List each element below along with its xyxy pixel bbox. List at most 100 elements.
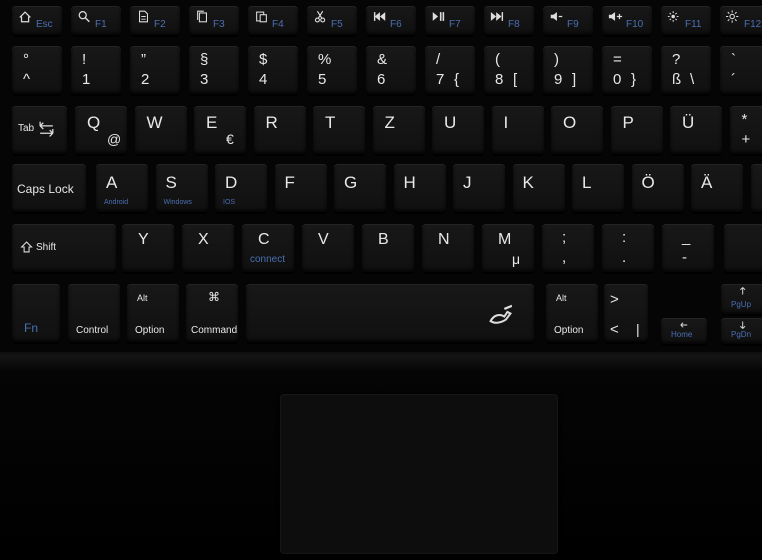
key-e[interactable]: E € <box>194 106 246 154</box>
key-0[interactable]: = 0} <box>602 46 652 94</box>
key-f9[interactable]: F9 <box>543 6 593 35</box>
key-4[interactable]: $4 <box>248 46 298 94</box>
key-accent-bottom: ´ <box>731 71 736 88</box>
key-f4[interactable]: F4 <box>248 6 298 35</box>
key-a-os-label: Android <box>104 199 129 206</box>
key-option[interactable]: Alt Option <box>127 284 179 342</box>
key-ue[interactable]: Ü <box>670 106 722 154</box>
key-q-label: Q <box>87 113 101 132</box>
key-angle[interactable]: > < | <box>604 284 648 342</box>
key-c[interactable]: Cconnect <box>242 224 294 272</box>
key-r[interactable]: R <box>253 106 306 154</box>
key-1[interactable]: ! 1 <box>71 46 121 94</box>
key-t[interactable]: T <box>313 106 365 154</box>
key-j[interactable]: J <box>453 164 505 212</box>
key-f8[interactable]: F8 <box>484 6 534 35</box>
key-f1[interactable]: F1 <box>71 6 121 35</box>
key-9-top: ) <box>554 51 559 68</box>
key-shift-label: Shift <box>36 242 57 253</box>
key-command[interactable]: ⌘ Command <box>186 284 238 342</box>
key-period[interactable]: :. <box>602 224 654 272</box>
key-accent[interactable]: ` ´ <box>720 46 762 94</box>
key-b[interactable]: B <box>362 224 414 272</box>
key-angle-top: > <box>610 291 619 308</box>
key-z[interactable]: Z <box>372 106 425 154</box>
key-option-label: Option <box>135 325 165 336</box>
key-7[interactable]: / 7 { <box>425 46 475 94</box>
key-roption-alt-label: Alt <box>556 293 567 303</box>
key-s[interactable]: S Windows <box>155 164 208 212</box>
key-f-label: F <box>284 173 295 192</box>
key-comma-bottom: , <box>562 249 567 266</box>
key-a[interactable]: A Android <box>96 164 148 212</box>
key-roption[interactable]: Alt Option <box>546 284 598 342</box>
key-ae[interactable]: Ä <box>691 164 743 212</box>
key-u[interactable]: U <box>432 106 484 154</box>
key-l[interactable]: L <box>572 164 624 212</box>
home-icon <box>19 11 31 23</box>
key-n[interactable]: N <box>422 224 474 272</box>
key-8[interactable]: (8 [ <box>484 46 534 94</box>
key-5[interactable]: % 5 <box>307 46 357 94</box>
key-c-connect-label: connect <box>250 254 286 265</box>
key-f12[interactable]: F12 <box>720 6 762 35</box>
key-k[interactable]: K <box>512 164 565 212</box>
key-o[interactable]: O <box>551 106 603 154</box>
key-hash[interactable] <box>750 164 762 212</box>
key-y-label: Y <box>138 231 149 248</box>
key-minus[interactable]: _ - <box>662 224 714 272</box>
key-x[interactable]: X <box>182 224 234 272</box>
key-f11[interactable]: F11 <box>661 6 711 35</box>
key-f10[interactable]: F10 <box>602 6 652 35</box>
touchpad[interactable] <box>280 394 558 554</box>
key-f2[interactable]: F2 <box>130 6 180 35</box>
key-m[interactable]: Mμ <box>482 224 534 272</box>
key-shift[interactable]: Shift <box>12 224 116 272</box>
document-icon <box>139 10 148 23</box>
key-f6[interactable]: F6 <box>366 6 416 35</box>
key-f[interactable]: F <box>274 164 327 212</box>
key-o-label: O <box>563 113 577 132</box>
key-q[interactable]: Q @ <box>75 106 127 154</box>
key-oe[interactable]: Ö <box>631 164 684 212</box>
key-home[interactable]: Home <box>661 318 707 344</box>
key-pgdn[interactable]: PgDn <box>721 318 762 344</box>
key-2[interactable]: ” 2 <box>130 46 180 94</box>
key-tab[interactable]: Tab <box>12 106 67 154</box>
key-esc[interactable]: Esc <box>12 6 62 35</box>
key-v[interactable]: V <box>302 224 354 272</box>
key-control[interactable]: Control <box>68 284 120 342</box>
key-roption-label: Option <box>554 325 584 336</box>
key-f3[interactable]: F3 <box>189 6 239 35</box>
key-pgup-label: PgUp <box>731 300 752 309</box>
key-space[interactable] <box>246 284 534 342</box>
key-home-label: Home <box>671 330 693 339</box>
arrow-up-icon <box>740 287 746 295</box>
key-fn[interactable]: Fn <box>12 284 60 342</box>
key-plus[interactable]: * + <box>729 106 762 154</box>
key-rshift[interactable] <box>724 224 762 272</box>
key-f7[interactable]: F7 <box>425 6 475 35</box>
key-f5[interactable]: F5 <box>307 6 357 35</box>
key-d-label: D <box>225 173 238 192</box>
key-d[interactable]: D IOS <box>215 164 267 212</box>
key-h[interactable]: H <box>393 164 446 212</box>
key-e-alt: € <box>226 131 234 147</box>
key-pgup[interactable]: PgUp <box>721 284 762 314</box>
key-y[interactable]: Y <box>122 224 174 272</box>
key-6[interactable]: & 6 <box>366 46 416 94</box>
key-i[interactable]: I <box>491 106 544 154</box>
key-capslock[interactable]: Caps Lock <box>12 164 86 212</box>
key-w[interactable]: W <box>134 106 187 154</box>
key-p[interactable]: P <box>610 106 663 154</box>
key-plus-top: * <box>741 111 748 128</box>
key-s-label: S <box>165 173 177 192</box>
key-s-os-label: Windows <box>163 199 192 206</box>
key-9[interactable]: ) 9] <box>543 46 593 94</box>
key-comma[interactable]: ;, <box>542 224 594 272</box>
key-circumflex[interactable]: ° ^ <box>12 46 62 94</box>
key-sz[interactable]: ? ß \ <box>661 46 711 94</box>
play-pause-icon <box>432 12 445 21</box>
key-3[interactable]: § 3 <box>189 46 239 94</box>
key-g[interactable]: G <box>334 164 386 212</box>
